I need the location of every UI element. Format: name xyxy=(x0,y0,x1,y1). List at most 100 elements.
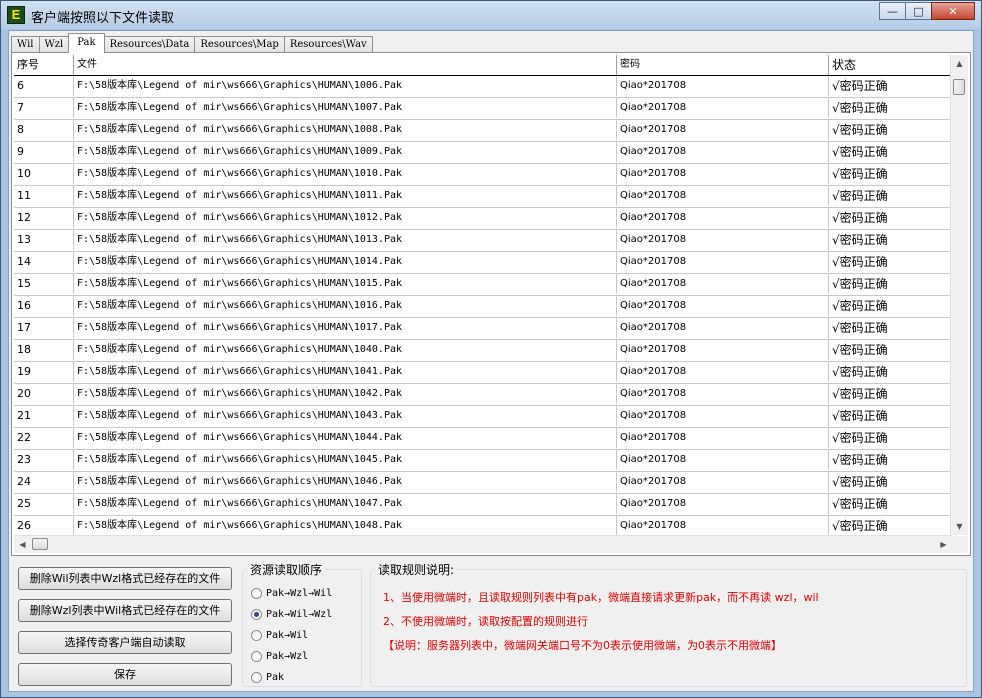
tab-pak[interactable]: Pak xyxy=(68,33,105,53)
column-header-password[interactable]: 密码 xyxy=(617,55,829,75)
cell-password: Qiao*201708 xyxy=(617,164,829,184)
cell-status: √密码正确 xyxy=(832,233,888,247)
table-row[interactable]: 18 F:\58版本库\Legend of mir\ws666\Graphics\… xyxy=(14,340,952,362)
read-order-option[interactable]: Pak xyxy=(251,668,284,686)
cell-password: Qiao*201708 xyxy=(617,252,829,272)
read-order-option[interactable]: Pak→Wil xyxy=(251,626,308,644)
radio-button[interactable] xyxy=(251,608,262,620)
cell-file: F:\58版本库\Legend of mir\ws666\Graphics\HU… xyxy=(74,340,617,360)
table-row[interactable]: 10 F:\58版本库\Legend of mir\ws666\Graphics\… xyxy=(14,164,952,186)
cell-index: 8 xyxy=(14,120,74,140)
cell-index: 26 xyxy=(14,516,74,535)
read-order-option[interactable]: Pak→Wzl→Wil xyxy=(251,584,332,602)
cell-index: 7 xyxy=(14,98,74,118)
save-button[interactable]: 保存 xyxy=(18,663,232,686)
vertical-scroll-thumb[interactable] xyxy=(953,79,965,95)
cell-password: Qiao*201708 xyxy=(617,384,829,404)
cell-password: Qiao*201708 xyxy=(617,274,829,294)
table-row[interactable]: 26 F:\58版本库\Legend of mir\ws666\Graphics\… xyxy=(14,516,952,535)
table-row[interactable]: 19 F:\58版本库\Legend of mir\ws666\Graphics\… xyxy=(14,362,952,384)
cell-status: √密码正确 xyxy=(832,255,888,269)
cell-index: 9 xyxy=(14,142,74,162)
cell-index: 11 xyxy=(14,186,74,206)
cell-index: 10 xyxy=(14,164,74,184)
radio-button[interactable] xyxy=(251,629,262,641)
auto-read-client-button[interactable]: 选择传奇客户端自动读取 xyxy=(18,631,232,654)
scroll-down-icon[interactable]: ▼ xyxy=(951,518,968,535)
table-row[interactable]: 12 F:\58版本库\Legend of mir\ws666\Graphics\… xyxy=(14,208,952,230)
cell-index: 21 xyxy=(14,406,74,426)
cell-password: Qiao*201708 xyxy=(617,98,829,118)
cell-password: Qiao*201708 xyxy=(617,516,829,535)
cell-file: F:\58版本库\Legend of mir\ws666\Graphics\HU… xyxy=(74,472,617,492)
read-order-option[interactable]: Pak→Wzl xyxy=(251,647,308,665)
close-button[interactable]: ✕ xyxy=(931,2,975,20)
horizontal-scrollbar[interactable]: ◀ ▶ xyxy=(14,535,952,553)
table-row[interactable]: 14 F:\58版本库\Legend of mir\ws666\Graphics\… xyxy=(14,252,952,274)
client-area: Wil Wzl Pak Resources\Data Resources\Map Reso… xyxy=(8,30,974,692)
cell-password: Qiao*201708 xyxy=(617,208,829,228)
file-grid: 序号 文件 密码 状态 6 F:\58版本库\Legend of mir\ws66… xyxy=(14,55,952,535)
cell-status: √密码正确 xyxy=(832,123,888,137)
table-row[interactable]: 16 F:\58版本库\Legend of mir\ws666\Graphics\… xyxy=(14,296,952,318)
table-row[interactable]: 17 F:\58版本库\Legend of mir\ws666\Graphics\… xyxy=(14,318,952,340)
cell-file: F:\58版本库\Legend of mir\ws666\Graphics\HU… xyxy=(74,318,617,338)
table-row[interactable]: 15 F:\58版本库\Legend of mir\ws666\Graphics\… xyxy=(14,274,952,296)
radio-button[interactable] xyxy=(251,587,262,599)
cell-status: √密码正确 xyxy=(832,101,888,115)
table-row[interactable]: 6 F:\58版本库\Legend of mir\ws666\Graphics\H… xyxy=(14,76,952,98)
cell-password: Qiao*201708 xyxy=(617,450,829,470)
cell-password: Qiao*201708 xyxy=(617,296,829,316)
column-header-file[interactable]: 文件 xyxy=(74,55,617,75)
scroll-corner xyxy=(951,536,968,553)
horizontal-scroll-thumb[interactable] xyxy=(32,538,48,550)
cell-file: F:\58版本库\Legend of mir\ws666\Graphics\HU… xyxy=(74,494,617,514)
read-order-option[interactable]: Pak→Wil→Wzl xyxy=(251,605,332,623)
cell-index: 13 xyxy=(14,230,74,250)
vertical-scrollbar[interactable]: ▲ ▼ xyxy=(950,55,968,535)
table-row[interactable]: 23 F:\58版本库\Legend of mir\ws666\Graphics\… xyxy=(14,450,952,472)
table-row[interactable]: 24 F:\58版本库\Legend of mir\ws666\Graphics\… xyxy=(14,472,952,494)
cell-file: F:\58版本库\Legend of mir\ws666\Graphics\HU… xyxy=(74,362,617,382)
scroll-left-icon[interactable]: ◀ xyxy=(14,536,31,553)
radio-button[interactable] xyxy=(251,671,262,683)
table-row[interactable]: 25 F:\58版本库\Legend of mir\ws666\Graphics\… xyxy=(14,494,952,516)
cell-password: Qiao*201708 xyxy=(617,428,829,448)
column-header-index[interactable]: 序号 xyxy=(14,55,74,75)
table-row[interactable]: 22 F:\58版本库\Legend of mir\ws666\Graphics\… xyxy=(14,428,952,450)
radio-label: Pak→Wzl→Wil xyxy=(266,587,333,599)
table-row[interactable]: 8 F:\58版本库\Legend of mir\ws666\Graphics\H… xyxy=(14,120,952,142)
cell-file: F:\58版本库\Legend of mir\ws666\Graphics\HU… xyxy=(74,208,617,228)
rule-note: 【说明：服务器列表中，微端网关端口号不为0表示使用微端，为0表示不用微端】 xyxy=(383,639,782,652)
table-row[interactable]: 7 F:\58版本库\Legend of mir\ws666\Graphics\H… xyxy=(14,98,952,120)
radio-button[interactable] xyxy=(251,650,262,662)
cell-status: √密码正确 xyxy=(832,211,888,225)
maximize-button[interactable]: □ xyxy=(905,2,932,20)
scroll-right-icon[interactable]: ▶ xyxy=(935,536,952,553)
tab-wzl[interactable]: Wzl xyxy=(38,36,70,53)
cell-index: 25 xyxy=(14,494,74,514)
table-row[interactable]: 20 F:\58版本库\Legend of mir\ws666\Graphics\… xyxy=(14,384,952,406)
table-row[interactable]: 21 F:\58版本库\Legend of mir\ws666\Graphics\… xyxy=(14,406,952,428)
delete-wzl-duplicates-button[interactable]: 删除Wzl列表中Wil格式已经存在的文件 xyxy=(18,599,232,622)
cell-index: 22 xyxy=(14,428,74,448)
action-buttons: 删除Wil列表中Wzl格式已经存在的文件 删除Wzl列表中Wil格式已经存在的文… xyxy=(18,567,234,695)
window-controls: — □ ✕ xyxy=(879,2,975,21)
minimize-button[interactable]: — xyxy=(879,2,906,20)
tab-wil[interactable]: Wil xyxy=(11,36,40,53)
table-row[interactable]: 9 F:\58版本库\Legend of mir\ws666\Graphics\H… xyxy=(14,142,952,164)
scroll-up-icon[interactable]: ▲ xyxy=(951,55,968,72)
tab-resources-data[interactable]: Resources\Data xyxy=(103,36,196,53)
title-bar[interactable]: E 客户端按照以下文件读取 — □ ✕ xyxy=(1,1,981,29)
tab-resources-map[interactable]: Resources\Map xyxy=(194,36,285,53)
cell-index: 24 xyxy=(14,472,74,492)
cell-file: F:\58版本库\Legend of mir\ws666\Graphics\HU… xyxy=(74,274,617,294)
table-row[interactable]: 13 F:\58版本库\Legend of mir\ws666\Graphics\… xyxy=(14,230,952,252)
tab-resources-wav[interactable]: Resources\Wav xyxy=(283,36,373,53)
delete-wil-duplicates-button[interactable]: 删除Wil列表中Wzl格式已经存在的文件 xyxy=(18,567,232,590)
cell-password: Qiao*201708 xyxy=(617,472,829,492)
cell-password: Qiao*201708 xyxy=(617,230,829,250)
column-header-status[interactable]: 状态 xyxy=(829,55,952,75)
cell-index: 17 xyxy=(14,318,74,338)
table-row[interactable]: 11 F:\58版本库\Legend of mir\ws666\Graphics\… xyxy=(14,186,952,208)
